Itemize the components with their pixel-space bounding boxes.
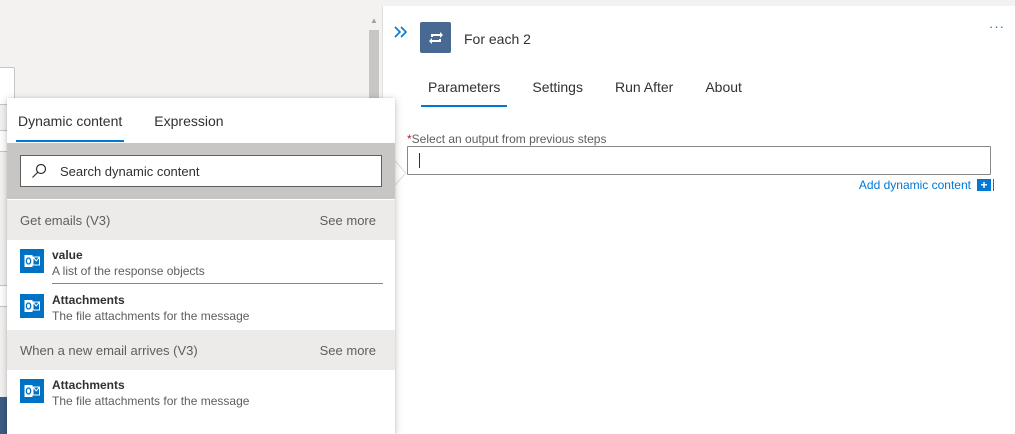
dynamic-item-title: Attachments [52, 293, 125, 307]
flyout-pointer [394, 160, 407, 186]
outlook-icon [20, 379, 44, 403]
panel-tabs: Parameters Settings Run After About [421, 78, 767, 110]
flyout-tabs: Dynamic content Expression [16, 112, 254, 142]
add-plus-icon: + [977, 179, 994, 191]
tab-expression[interactable]: Expression [152, 112, 225, 142]
section-header-get-emails: Get emails (V3) See more [7, 200, 395, 240]
scroll-up-arrow-icon[interactable]: ▲ [369, 16, 379, 26]
more-options-icon[interactable]: ··· [989, 20, 1005, 34]
action-title[interactable]: For each 2 [464, 31, 531, 47]
add-dynamic-content-link[interactable]: Add dynamic content + [858, 178, 994, 192]
dynamic-item-title: Attachments [52, 378, 125, 392]
outlook-icon [20, 249, 44, 273]
search-icon [32, 163, 47, 178]
see-more-link[interactable]: See more [320, 213, 376, 228]
expand-chevron-icon[interactable] [393, 24, 409, 40]
see-more-link[interactable]: See more [320, 343, 376, 358]
section-title: Get emails (V3) [20, 212, 111, 228]
search-placeholder: Search dynamic content [60, 163, 200, 179]
dynamic-item-description: The file attachments for the message [52, 309, 250, 323]
dynamic-item-description: A list of the response objects [52, 264, 205, 278]
dynamic-item-attachments[interactable]: Attachments The file attachments for the… [7, 376, 395, 420]
text-cursor [419, 153, 420, 168]
action-details-panel: For each 2 ··· Parameters Settings Run A… [382, 6, 1015, 434]
tab-parameters[interactable]: Parameters [421, 78, 508, 108]
dynamic-item-title: value [52, 248, 83, 262]
add-dynamic-content-label: Add dynamic content [858, 178, 971, 192]
search-area: Search dynamic content [7, 143, 395, 199]
tab-dynamic-content[interactable]: Dynamic content [16, 112, 125, 142]
dynamic-content-flyout: Dynamic content Expression Search dynami… [7, 98, 395, 434]
section-title: When a new email arrives (V3) [20, 342, 198, 358]
output-field-label: *Select an output from previous steps [407, 132, 606, 146]
outlook-icon [20, 294, 44, 318]
output-field-label-text: Select an output from previous steps [411, 132, 607, 146]
tab-settings[interactable]: Settings [525, 78, 590, 108]
dynamic-item-value[interactable]: value A list of the response objects [7, 246, 395, 290]
output-field-input[interactable] [407, 146, 991, 175]
dynamic-item-attachments[interactable]: Attachments The file attachments for the… [7, 291, 395, 335]
section-header-new-email-arrives: When a new email arrives (V3) See more [7, 330, 395, 370]
dynamic-item-description: The file attachments for the message [52, 394, 250, 408]
foreach-loop-icon [420, 22, 451, 53]
search-dynamic-content-input[interactable]: Search dynamic content [20, 155, 382, 187]
tab-about[interactable]: About [698, 78, 749, 108]
tab-run-after[interactable]: Run After [608, 78, 680, 108]
